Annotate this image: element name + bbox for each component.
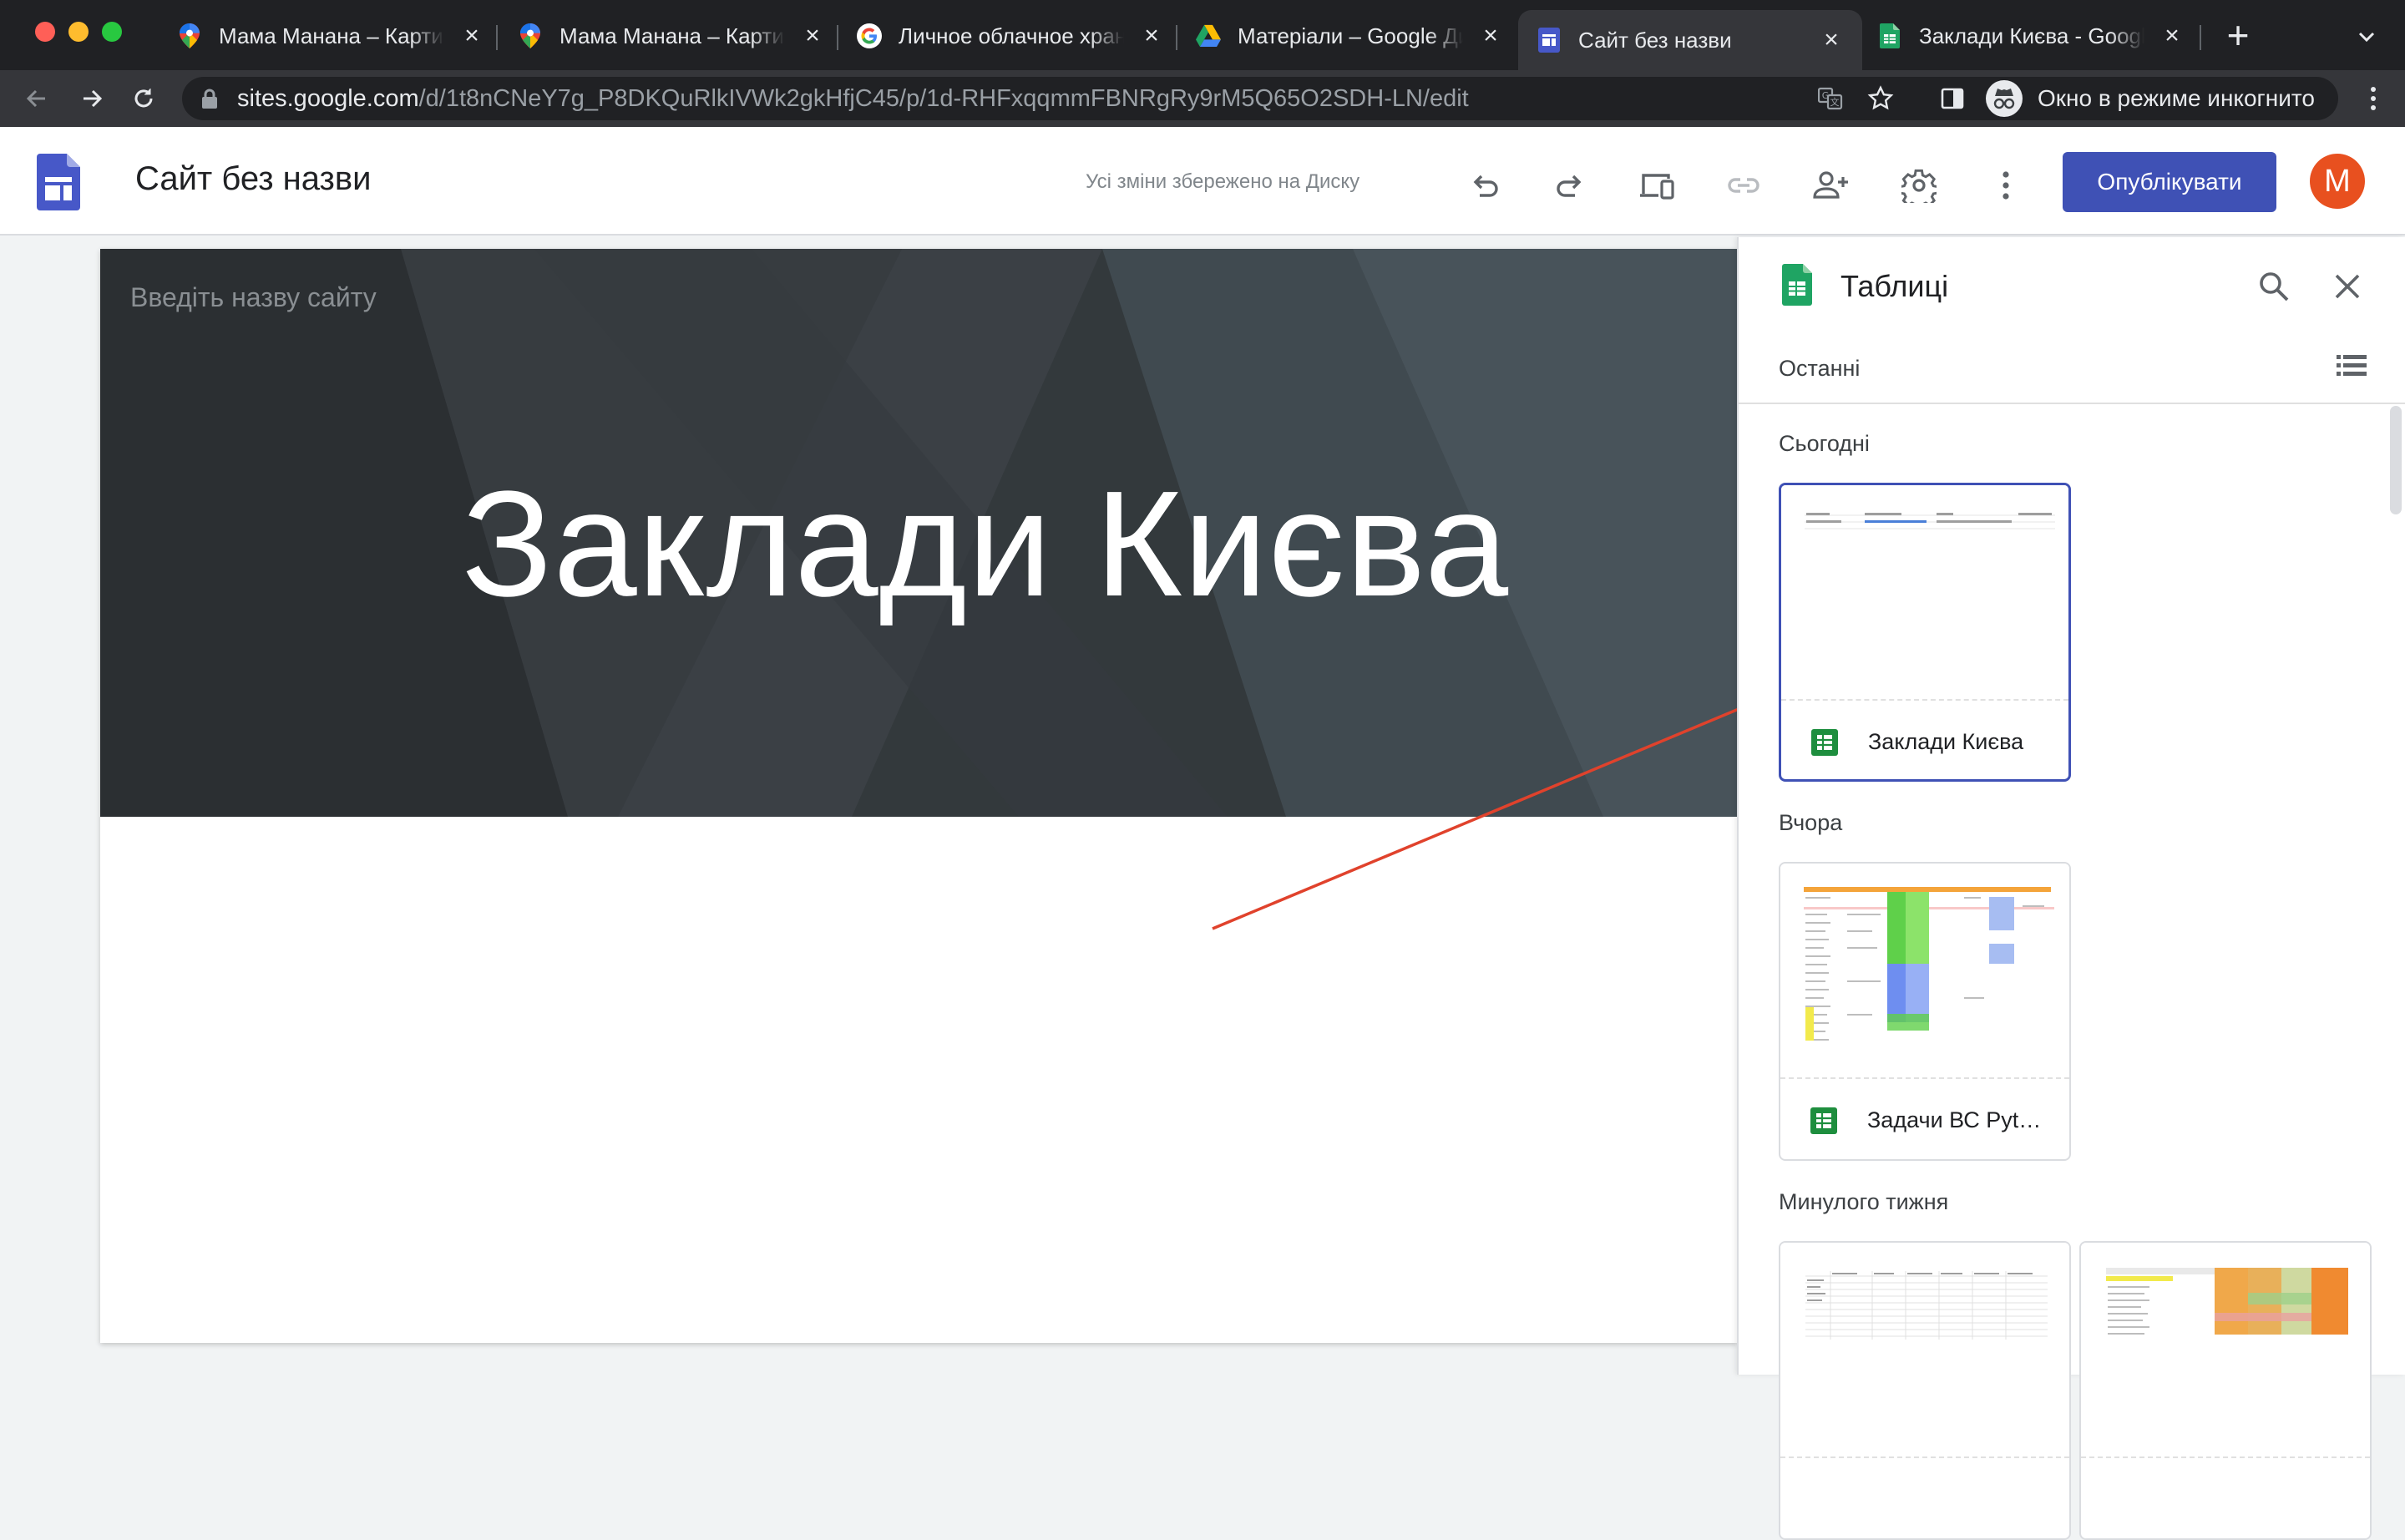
close-icon[interactable] <box>2328 267 2367 306</box>
browser-tab[interactable]: Мама Манана – Карти Google × <box>518 10 825 62</box>
google-sheets-icon <box>1782 264 1812 306</box>
panel-title: Таблиці <box>1840 269 1949 303</box>
lock-icon[interactable] <box>200 89 219 109</box>
file-card-footer: Заклади Києва <box>1781 702 2068 779</box>
file-name: Заклади Києва <box>1868 729 2024 754</box>
more-options-icon[interactable] <box>1986 165 2026 205</box>
google-sheets-icon <box>1811 729 1838 756</box>
file-name: Задачи ВС Python <box>1867 1107 2051 1132</box>
user-avatar[interactable]: M <box>2310 154 2365 209</box>
file-thumbnail <box>1781 485 2068 701</box>
close-icon[interactable]: × <box>1819 26 1844 53</box>
file-card[interactable] <box>2079 1241 2372 1540</box>
url-text: sites.google.com/d/1t8nCNeY7g_P8DKQuRlkI… <box>237 85 1469 113</box>
app-header: Сайт без назви Усі зміни збережено на Ди… <box>0 127 2405 236</box>
file-thumbnail <box>1780 864 2069 1079</box>
google-icon <box>857 23 882 48</box>
tab-search-chevron-icon[interactable] <box>2353 23 2380 50</box>
tab-title: Матеріали – Google Диск <box>1238 23 1463 48</box>
incognito-icon <box>1986 80 2023 117</box>
sheets-insert-panel: Таблиці Останні Сьогодні Заклади Києва В… <box>1737 237 2405 1540</box>
section-label-yesterday: Вчора <box>1779 810 1843 835</box>
tab-title: Сайт без назви <box>1578 27 1732 53</box>
browser-tab-active[interactable]: Сайт без назви × <box>1518 10 1862 70</box>
redo-icon[interactable] <box>1550 165 1590 205</box>
google-sheets-icon <box>1810 1107 1837 1134</box>
close-icon[interactable]: × <box>459 22 484 49</box>
browser-tab[interactable]: Заклади Києва - Google Таблиці × <box>1877 10 2185 62</box>
tab-separator <box>496 25 498 50</box>
hero-title[interactable]: Заклади Києва <box>100 458 1737 631</box>
tab-separator <box>2200 25 2201 50</box>
file-card-footer: Задачи ВС Python <box>1780 1081 2069 1159</box>
close-icon[interactable]: × <box>1478 22 1503 49</box>
site-page[interactable]: Введіть назву сайту Заклади Києва <box>100 249 1737 1343</box>
file-thumbnail <box>1780 1243 2069 1458</box>
incognito-label: Окно в режиме инкогнито <box>2038 85 2315 111</box>
link-icon[interactable] <box>1724 165 1764 205</box>
new-tab-button[interactable]: + <box>2221 16 2255 54</box>
forward-arrow-icon[interactable] <box>75 82 109 115</box>
url-path: /d/1t8nCNeY7g_P8DKQuRlkIVWk2gkHfjC45/p/1… <box>418 85 1469 112</box>
window-zoom-button[interactable] <box>102 22 122 42</box>
incognito-indicator[interactable]: Окно в режиме инкогнито <box>1986 77 2315 120</box>
hero-banner[interactable]: Введіть назву сайту Заклади Києва <box>100 249 1737 817</box>
url-host: sites.google.com <box>237 85 419 112</box>
file-thumbnail <box>2081 1243 2370 1458</box>
sort-recent-label[interactable]: Останні <box>1779 356 1860 382</box>
reload-icon[interactable] <box>127 82 160 115</box>
translate-icon[interactable]: G文 <box>1817 85 1844 112</box>
google-drive-icon <box>1196 23 1221 48</box>
tab-title: Заклади Києва - Google Таблиці <box>1919 23 2144 48</box>
svg-text:文: 文 <box>1830 96 1840 108</box>
browser-tab[interactable]: Личное облачное хранилище × <box>857 10 1164 62</box>
preview-devices-icon[interactable] <box>1637 165 1677 205</box>
browser-tab[interactable]: Матеріали – Google Диск × <box>1196 10 1503 62</box>
google-sites-icon <box>1537 28 1562 53</box>
tab-title: Мама Манана – Карти Google <box>219 23 444 48</box>
save-status: Усі зміни збережено на Диску <box>1086 170 1360 193</box>
section-label-today: Сьогодні <box>1779 431 1870 456</box>
file-card[interactable]: Заклади Києва <box>1779 483 2071 782</box>
browser-toolbar: sites.google.com/d/1t8nCNeY7g_P8DKQuRlkI… <box>0 70 2405 127</box>
document-title[interactable]: Сайт без назви <box>135 160 371 198</box>
bookmark-star-icon[interactable] <box>1867 85 1894 112</box>
panel-scrollbar[interactable] <box>2390 406 2402 514</box>
share-add-person-icon[interactable] <box>1810 165 1851 205</box>
list-view-icon[interactable] <box>2335 352 2368 379</box>
google-sites-logo-icon[interactable] <box>37 154 80 210</box>
google-maps-icon <box>518 23 543 48</box>
window-minimize-button[interactable] <box>68 22 89 42</box>
browser-tab[interactable]: Мама Манана – Карти Google × <box>177 10 484 62</box>
file-card[interactable]: Задачи ВС Python <box>1779 862 2071 1161</box>
publish-button[interactable]: Опублікувати <box>2063 152 2276 212</box>
browser-tab-bar: Мама Манана – Карти Google × Мама Манана… <box>0 0 2405 70</box>
google-maps-icon <box>177 23 202 48</box>
site-name-input[interactable]: Введіть назву сайту <box>130 282 377 313</box>
google-sheets-icon <box>1877 23 1902 48</box>
settings-gear-icon[interactable] <box>1899 165 1939 205</box>
close-icon[interactable]: × <box>800 22 825 49</box>
tab-separator <box>837 25 838 50</box>
reading-list-icon[interactable] <box>1939 85 1966 112</box>
browser-menu-icon[interactable] <box>2360 85 2387 112</box>
close-icon[interactable]: × <box>2159 22 2185 49</box>
back-arrow-icon[interactable] <box>20 82 53 115</box>
search-icon[interactable] <box>2255 267 2293 306</box>
undo-icon[interactable] <box>1465 165 1505 205</box>
file-card[interactable] <box>1779 1241 2071 1540</box>
editor-canvas: Введіть назву сайту Заклади Києва <box>0 237 1737 1375</box>
tab-title: Мама Манана – Карти Google <box>559 23 785 48</box>
close-icon[interactable]: × <box>1139 22 1164 49</box>
tab-title: Личное облачное хранилище <box>899 23 1124 48</box>
window-close-button[interactable] <box>35 22 55 42</box>
tab-separator <box>1176 25 1177 50</box>
panel-header: Таблиці Останні <box>1739 237 2405 404</box>
section-label-last-week: Минулого тижня <box>1779 1189 1949 1214</box>
